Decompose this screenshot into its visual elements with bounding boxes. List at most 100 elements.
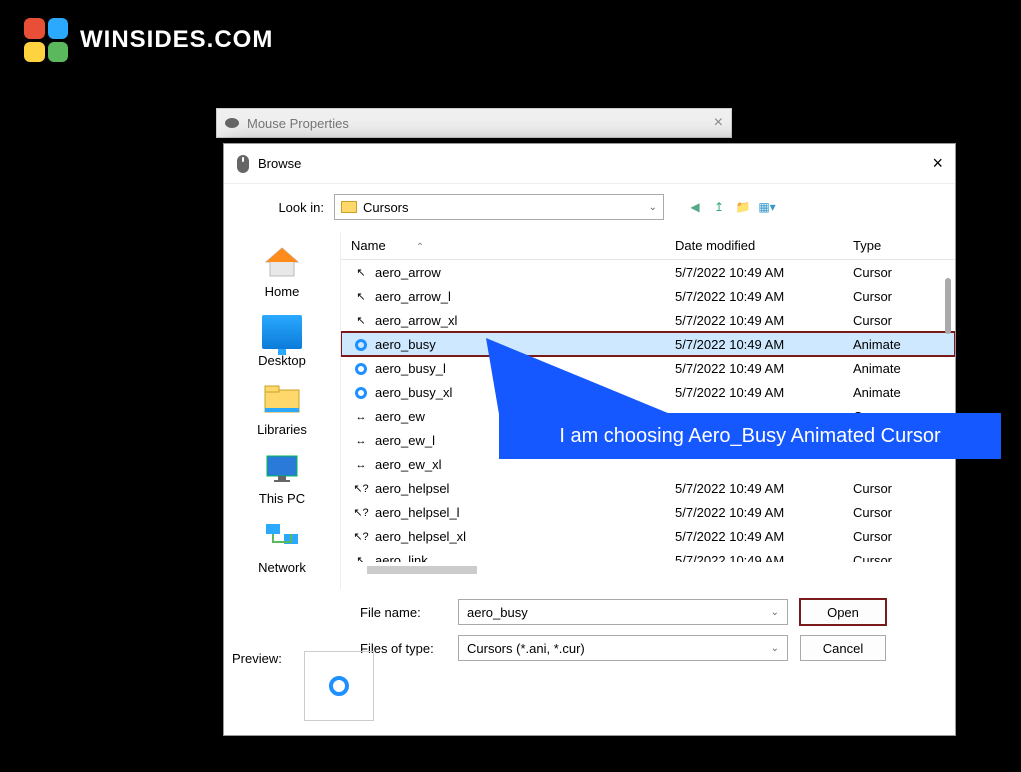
- file-type: Cursor: [853, 289, 892, 304]
- mouse-properties-title: Mouse Properties: [247, 116, 349, 131]
- places-bar: Home Desktop Libraries This PC: [224, 232, 340, 589]
- file-name: aero_helpsel: [375, 481, 675, 496]
- file-row[interactable]: ↖? aero_helpsel_l5/7/2022 10:49 AMCursor: [341, 500, 955, 524]
- file-type: Animate: [853, 361, 901, 376]
- file-type: Animate: [853, 385, 901, 400]
- cursor-file-icon: ↔: [351, 409, 371, 423]
- lookin-label: Look in:: [264, 200, 324, 215]
- home-icon: [262, 246, 302, 280]
- cursor-file-icon: ↖?: [351, 481, 371, 495]
- lookin-dropdown[interactable]: Cursors ⌄: [334, 194, 664, 220]
- file-type: Cursor: [853, 313, 892, 328]
- cursor-file-icon: ↖?: [351, 505, 371, 519]
- desktop-icon: [262, 315, 302, 349]
- place-label: Libraries: [224, 422, 340, 437]
- file-row[interactable]: ↖ aero_arrow_l5/7/2022 10:49 AMCursor: [341, 284, 955, 308]
- file-date: 5/7/2022 10:49 AM: [675, 337, 853, 352]
- col-name[interactable]: Name⌃: [351, 238, 675, 253]
- file-date: 5/7/2022 10:49 AM: [675, 481, 853, 496]
- views-icon[interactable]: ▦▾: [758, 198, 776, 216]
- cursor-file-icon: ↖: [351, 289, 371, 303]
- lookin-value: Cursors: [363, 200, 409, 215]
- file-type: Cursor: [853, 553, 892, 563]
- col-type[interactable]: Type: [853, 238, 955, 253]
- h-scrollbar[interactable]: [367, 566, 477, 574]
- place-network[interactable]: Network: [224, 514, 340, 583]
- file-date: 5/7/2022 10:49 AM: [675, 289, 853, 304]
- place-label: Desktop: [224, 353, 340, 368]
- network-icon: [262, 522, 302, 556]
- filetype-dropdown[interactable]: Cursors (*.ani, *.cur) ⌄: [458, 635, 788, 661]
- file-row[interactable]: ↖aero_arrow_xl5/7/2022 10:49 AMCursor: [341, 308, 955, 332]
- file-type: Cursor: [853, 265, 892, 280]
- file-type: Cursor: [853, 529, 892, 544]
- file-name: aero_link: [375, 553, 675, 563]
- browse-titlebar: Browse ×: [224, 144, 955, 184]
- cursor-file-icon: ↖: [351, 265, 371, 279]
- nav-icons: ◀ ↥ 📁 ▦▾: [686, 198, 776, 216]
- file-type: Cursor: [853, 505, 892, 520]
- cancel-button[interactable]: Cancel: [800, 635, 886, 661]
- file-date: 5/7/2022 10:49 AM: [675, 529, 853, 544]
- new-folder-icon[interactable]: 📁: [734, 198, 752, 216]
- annotation-callout: I am choosing Aero_Busy Animated Cursor: [499, 413, 1001, 459]
- up-icon[interactable]: ↥: [710, 198, 728, 216]
- v-scrollbar[interactable]: [945, 278, 951, 334]
- open-button[interactable]: Open: [800, 599, 886, 625]
- file-list-header: Name⌃ Date modified Type: [341, 232, 955, 260]
- cursor-file-icon: ↔: [351, 457, 371, 471]
- brand: WINSIDES.COM: [24, 18, 273, 62]
- brand-text: WINSIDES.COM: [80, 26, 273, 54]
- filename-value: aero_busy: [467, 605, 528, 620]
- back-icon[interactable]: ◀: [686, 198, 704, 216]
- mouse-icon: [225, 118, 239, 128]
- close-icon[interactable]: ×: [932, 153, 943, 174]
- preview-row: Preview:: [232, 651, 374, 721]
- cursor-file-icon: ↔: [351, 433, 371, 447]
- mouse-properties-titlebar: Mouse Properties ×: [216, 108, 732, 138]
- file-type: Cursor: [853, 481, 892, 496]
- place-libraries[interactable]: Libraries: [224, 376, 340, 445]
- filetype-value: Cursors (*.ani, *.cur): [467, 641, 585, 656]
- file-row[interactable]: ↖?aero_helpsel_xl5/7/2022 10:49 AMCursor: [341, 524, 955, 548]
- file-date: 5/7/2022 10:49 AM: [675, 505, 853, 520]
- file-name: aero_arrow_l: [375, 289, 675, 304]
- filename-label: File name:: [360, 605, 446, 620]
- file-date: 5/7/2022 10:49 AM: [675, 361, 853, 376]
- place-home[interactable]: Home: [224, 238, 340, 307]
- file-date: 5/7/2022 10:49 AM: [675, 385, 853, 400]
- brand-logo-icon: [24, 18, 68, 62]
- busy-cursor-icon: [329, 676, 349, 696]
- chevron-down-icon: ⌄: [649, 202, 657, 213]
- file-row[interactable]: ↖ aero_arrow5/7/2022 10:49 AMCursor: [341, 260, 955, 284]
- chevron-down-icon: ⌄: [771, 643, 779, 654]
- folder-icon: [341, 201, 357, 213]
- file-date: 5/7/2022 10:49 AM: [675, 553, 853, 563]
- filename-input[interactable]: aero_busy ⌄: [458, 599, 788, 625]
- cursor-file-icon: ↖: [351, 553, 371, 562]
- file-date: 5/7/2022 10:49 AM: [675, 265, 853, 280]
- cursor-file-icon: ↖?: [351, 529, 371, 543]
- place-thispc[interactable]: This PC: [224, 445, 340, 514]
- file-name: aero_arrow: [375, 265, 675, 280]
- place-label: Home: [224, 284, 340, 299]
- preview-label: Preview:: [232, 651, 282, 666]
- lookin-row: Look in: Cursors ⌄ ◀ ↥ 📁 ▦▾: [224, 184, 955, 228]
- file-row[interactable]: ↖? aero_helpsel5/7/2022 10:49 AMCursor: [341, 476, 955, 500]
- file-date: 5/7/2022 10:49 AM: [675, 313, 853, 328]
- preview-box: [304, 651, 374, 721]
- cursor-file-icon: [351, 337, 371, 351]
- file-row[interactable]: ↖ aero_link5/7/2022 10:49 AMCursor: [341, 548, 955, 562]
- place-desktop[interactable]: Desktop: [224, 307, 340, 376]
- sort-icon: ⌃: [416, 242, 424, 253]
- libraries-icon: [262, 384, 302, 418]
- callout-text: I am choosing Aero_Busy Animated Cursor: [559, 425, 940, 448]
- file-name: aero_arrow_xl: [375, 313, 675, 328]
- place-label: Network: [224, 560, 340, 575]
- mouse-icon: [236, 155, 250, 173]
- close-icon[interactable]: ×: [714, 114, 723, 132]
- file-name: aero_helpsel_l: [375, 505, 675, 520]
- chevron-down-icon: ⌄: [771, 607, 779, 618]
- col-date[interactable]: Date modified: [675, 238, 853, 253]
- place-label: This PC: [224, 491, 340, 506]
